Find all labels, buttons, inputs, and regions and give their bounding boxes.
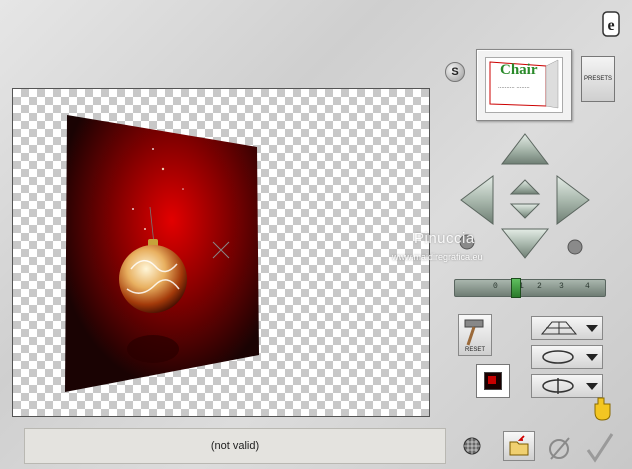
presets-label: PRESETS [583, 76, 612, 82]
zoom-slider[interactable]: 0 1 2 3 4 [454, 278, 606, 298]
app-logo-icon: e [602, 11, 620, 37]
chevron-down-icon [586, 383, 598, 390]
arrow-right-button[interactable] [556, 175, 590, 225]
cancel-icon [549, 437, 570, 460]
checkmark-icon [586, 433, 614, 463]
presets-button[interactable]: PRESETS [581, 56, 615, 102]
folder-icon [509, 435, 529, 456]
reset-button[interactable]: RESET [458, 314, 492, 356]
grid-toggle-icon[interactable] [463, 437, 481, 455]
small-up-button[interactable] [509, 179, 541, 195]
status-bar: (not valid) [24, 428, 446, 464]
chevron-down-icon [586, 354, 598, 361]
ok-button[interactable] [585, 432, 615, 464]
hand-pointer-icon [594, 396, 614, 422]
arrow-down-button[interactable] [500, 228, 550, 259]
slider-thumb[interactable] [511, 278, 521, 298]
slider-mark-4: 4 [585, 282, 590, 291]
preview-canvas[interactable] [12, 88, 430, 417]
grid-mode-dropdown[interactable] [531, 316, 603, 340]
reset-label: RESET [464, 347, 485, 353]
cancel-button[interactable] [545, 434, 573, 462]
arrow-pad [455, 130, 595, 268]
ornament-icon [119, 245, 187, 313]
color-swatch-button[interactable] [476, 364, 510, 398]
open-folder-button[interactable] [503, 431, 535, 461]
svg-text:e: e [607, 17, 614, 34]
chevron-down-icon [586, 325, 598, 332]
thumbnail-subtitle: .......... ........ [498, 84, 530, 90]
arrow-up-button[interactable] [500, 133, 550, 165]
s-button[interactable]: S [445, 62, 465, 82]
thumbnail-title: Chair [500, 62, 538, 78]
status-text: (not valid) [210, 440, 260, 452]
thumbnail-image: Chair .......... ........ [485, 57, 563, 113]
spin-mode-dropdown[interactable] [531, 374, 603, 398]
watermark-site: www.maidiregrafica.eu [392, 252, 483, 262]
slider-mark-2: 2 [537, 282, 542, 291]
slider-mark-3: 3 [559, 282, 564, 291]
rotate-mode-dropdown[interactable] [531, 345, 603, 369]
arrow-left-button[interactable] [460, 175, 494, 225]
watermark-name: Pinuccia [414, 230, 475, 247]
slider-mark-0: 0 [493, 282, 498, 291]
rotate-right-icon[interactable] [567, 239, 583, 255]
hammer-icon [464, 319, 484, 346]
small-down-button[interactable] [509, 203, 541, 219]
preset-thumbnail[interactable]: Chair .......... ........ [476, 49, 572, 121]
